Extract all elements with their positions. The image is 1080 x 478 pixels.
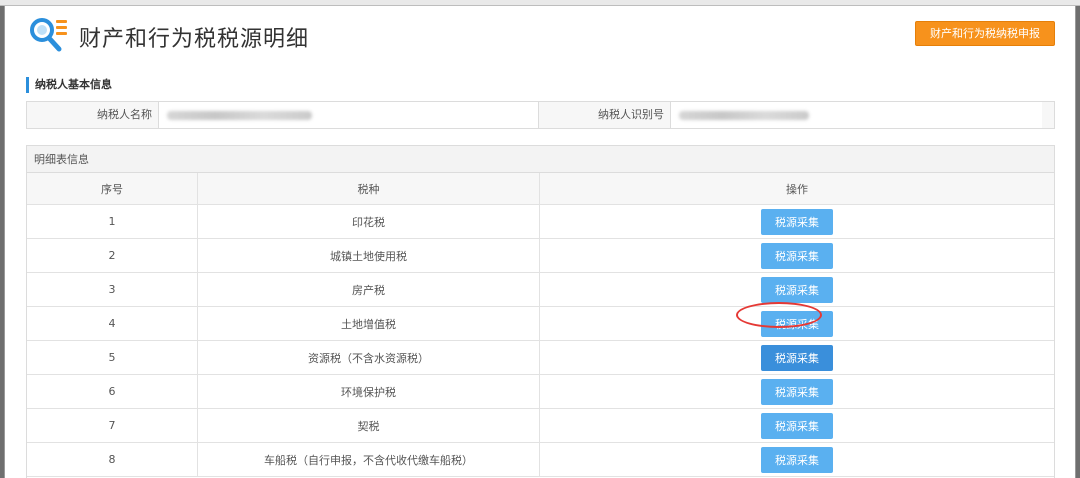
table-header-row: 序号 税种 操作 <box>27 173 1054 205</box>
collect-source-button[interactable]: 税源采集 <box>761 378 833 405</box>
taxpayer-id-value <box>670 102 1042 128</box>
collect-source-button[interactable]: 税源采集 <box>761 446 833 473</box>
row-action-cell: 税源采集 <box>540 239 1054 272</box>
collect-source-button[interactable]: 税源采集 <box>761 344 833 371</box>
tax-declaration-button[interactable]: 财产和行为税纳税申报 <box>915 21 1055 46</box>
row-number: 3 <box>27 273 198 306</box>
table-row: 6 环境保护税 税源采集 <box>27 375 1054 409</box>
table-row: 2 城镇土地使用税 税源采集 <box>27 239 1054 273</box>
row-number: 7 <box>27 409 198 442</box>
row-tax-type: 城镇土地使用税 <box>198 239 540 272</box>
row-tax-type: 环境保护税 <box>198 375 540 408</box>
column-header-action: 操作 <box>786 182 808 196</box>
row-tax-type: 资源税（不含水资源税） <box>198 341 540 374</box>
table-row: 8 车船税（自行申报，不含代收代缴车船税） 税源采集 <box>27 443 1054 477</box>
page-title: 财产和行为税税源明细 <box>79 27 310 52</box>
row-tax-type: 房产税 <box>198 273 540 306</box>
details-table-caption: 明细表信息 <box>27 146 1054 173</box>
row-tax-type: 土地增值税 <box>198 307 540 340</box>
row-action-cell: 税源采集 <box>540 307 1054 340</box>
row-number: 8 <box>27 443 198 476</box>
table-row: 1 印花税 税源采集 <box>27 205 1054 239</box>
row-action-cell: 税源采集 <box>540 375 1054 408</box>
row-tax-type: 印花税 <box>198 205 540 238</box>
taxpayer-info-heading: 纳税人基本信息 <box>26 77 112 93</box>
row-tax-type: 车船税（自行申报，不含代收代缴车船税） <box>198 443 540 476</box>
row-number: 4 <box>27 307 198 340</box>
collect-source-button[interactable]: 税源采集 <box>761 276 833 303</box>
row-number: 2 <box>27 239 198 272</box>
collect-source-button[interactable]: 税源采集 <box>761 242 833 269</box>
taxpayer-id-label: 纳税人识别号 <box>598 108 664 121</box>
row-action-cell: 税源采集 <box>540 273 1054 306</box>
column-header-no: 序号 <box>27 173 198 204</box>
table-row: 3 房产税 税源采集 <box>27 273 1054 307</box>
taxpayer-name-label: 纳税人名称 <box>97 108 152 121</box>
app-window: 财产和行为税税源明细 财产和行为税纳税申报 纳税人基本信息 纳税人名称 纳税人识… <box>4 6 1076 478</box>
row-tax-type: 契税 <box>198 409 540 442</box>
collect-source-button[interactable]: 税源采集 <box>761 208 833 235</box>
row-action-cell: 税源采集 <box>540 205 1054 238</box>
row-number: 1 <box>27 205 198 238</box>
column-header-tax-type: 税种 <box>198 173 540 204</box>
row-number: 5 <box>27 341 198 374</box>
row-action-cell: 税源采集 <box>540 341 1054 374</box>
row-action-cell: 税源采集 <box>540 409 1054 442</box>
collect-source-button[interactable]: 税源采集 <box>761 412 833 439</box>
taxpayer-name-value <box>158 102 539 128</box>
table-row: 5 资源税（不含水资源税） 税源采集 <box>27 341 1054 375</box>
table-row: 7 契税 税源采集 <box>27 409 1054 443</box>
table-row: 4 土地增值税 税源采集 <box>27 307 1054 341</box>
details-table: 明细表信息 序号 税种 操作 1 印花税 税源采集 2 城镇土地使用税 税源采集… <box>26 145 1055 478</box>
page-header: 财产和行为税税源明细 财产和行为税纳税申报 <box>5 6 1075 66</box>
row-action-cell: 税源采集 <box>540 443 1054 476</box>
collect-source-button[interactable]: 税源采集 <box>761 310 833 337</box>
taxpayer-info-panel: 纳税人名称 纳税人识别号 <box>26 101 1055 129</box>
row-number: 6 <box>27 375 198 408</box>
search-document-icon <box>30 18 67 52</box>
